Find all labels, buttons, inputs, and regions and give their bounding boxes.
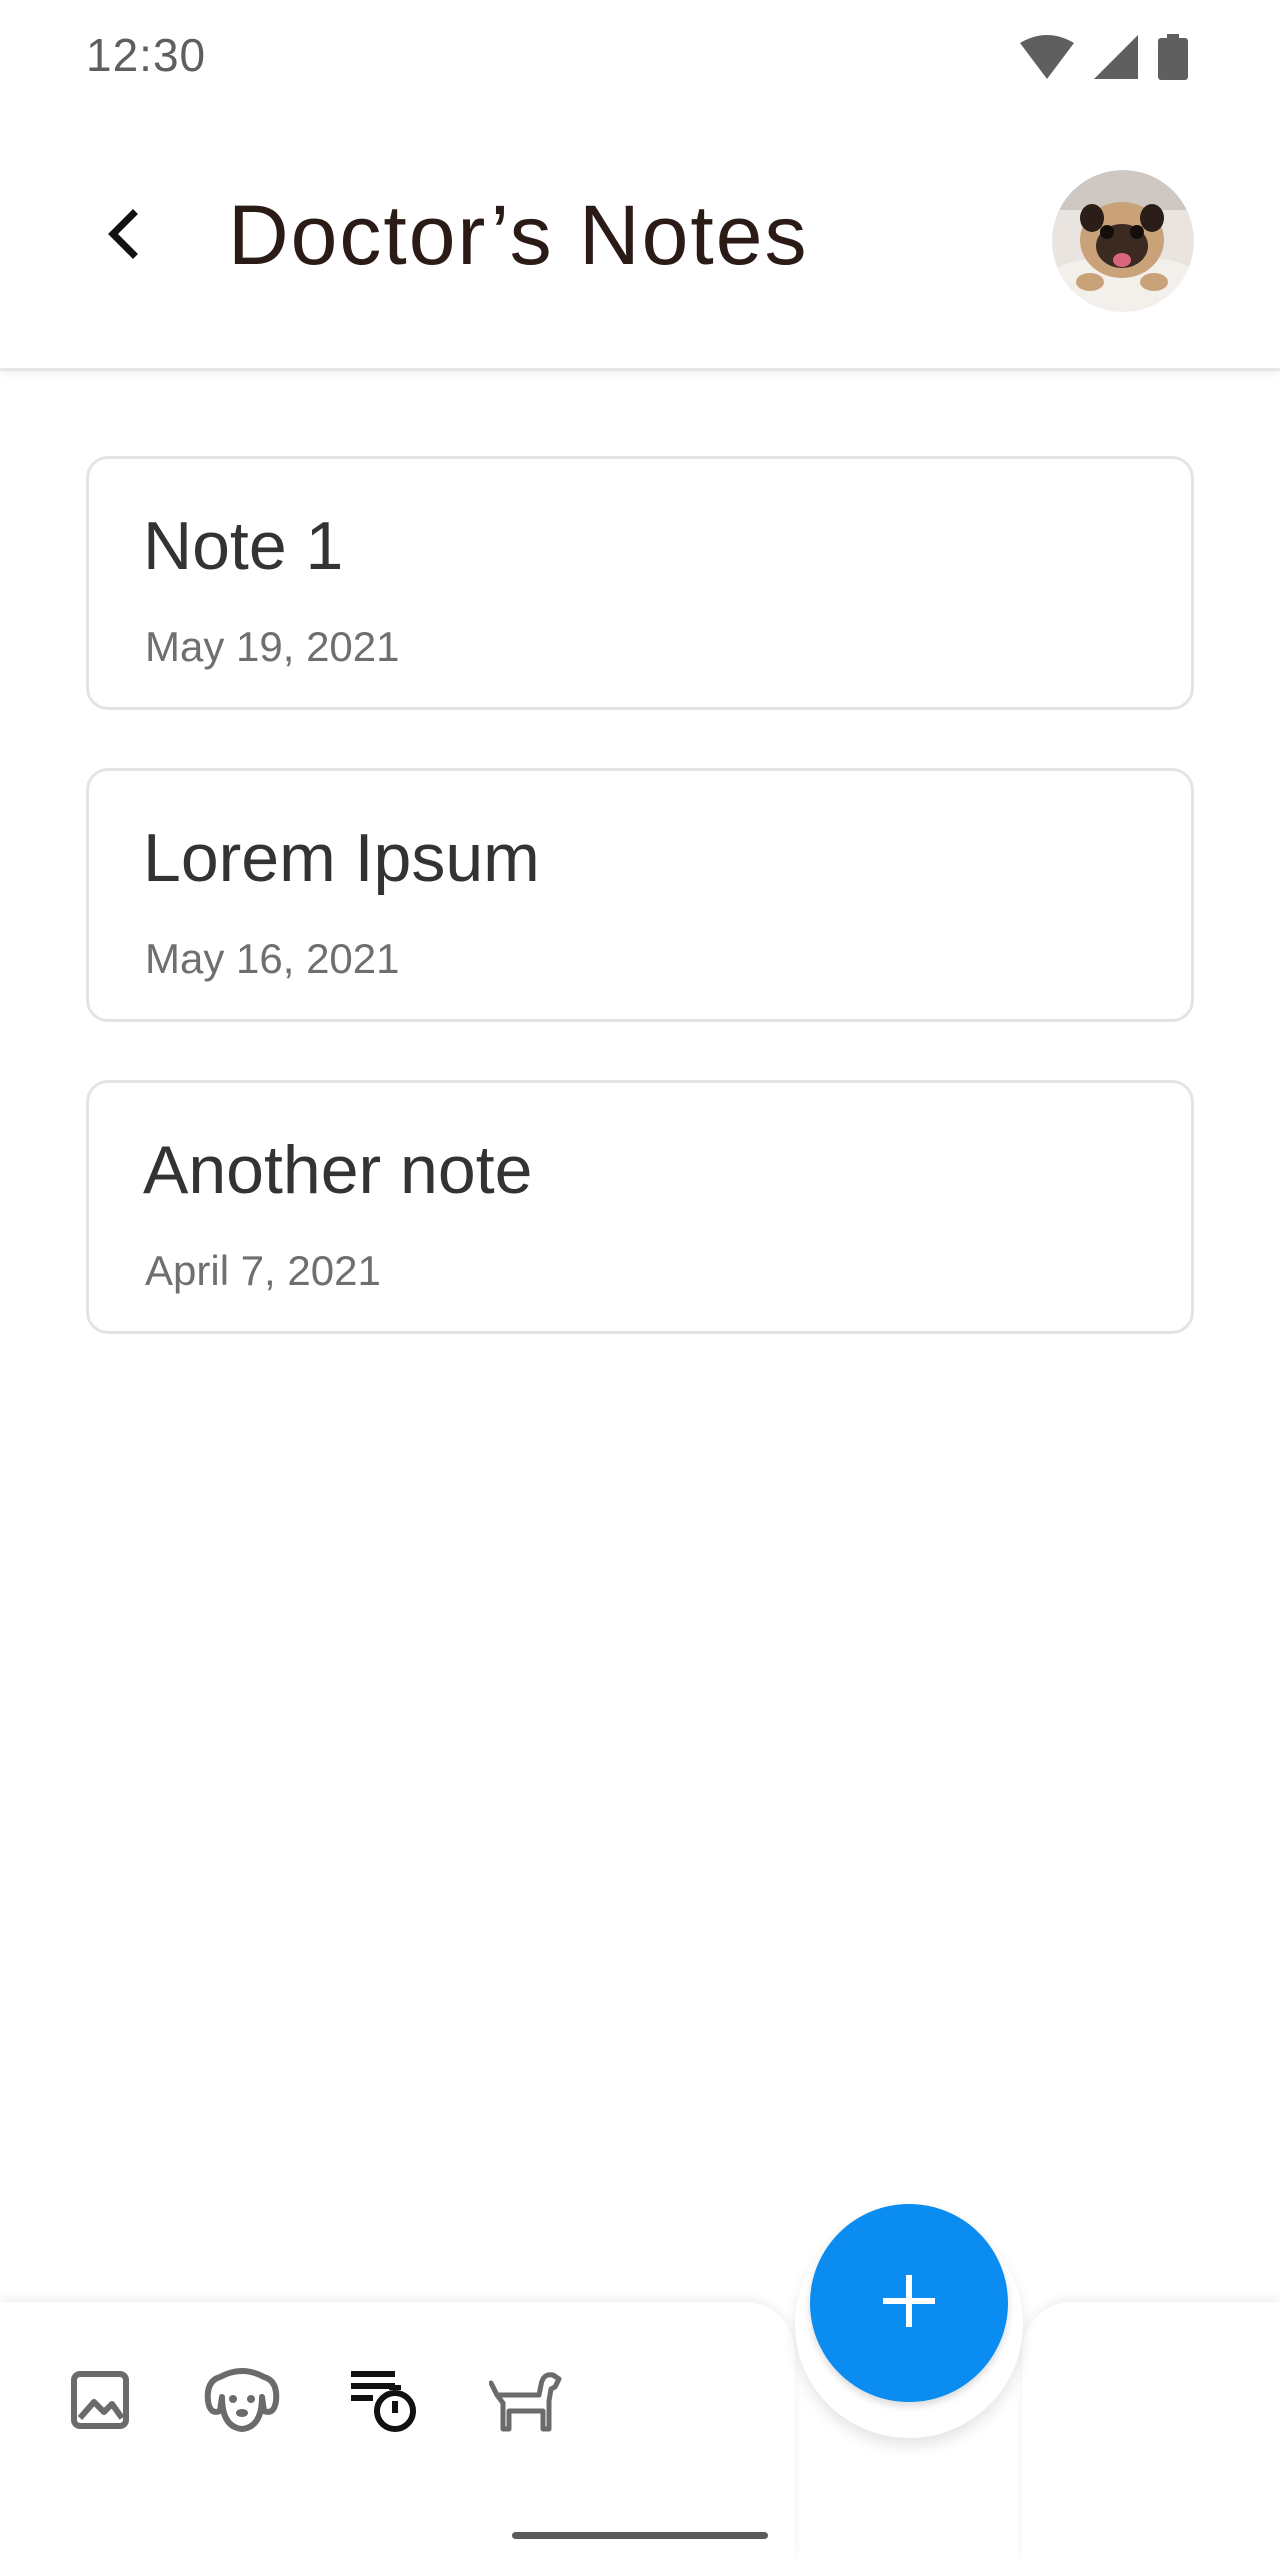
- back-button[interactable]: [82, 195, 164, 277]
- avatar[interactable]: [1052, 170, 1194, 312]
- cellular-signal-icon: [1094, 35, 1138, 84]
- app-bar: Doctor’s Notes: [0, 115, 1280, 371]
- note-card[interactable]: Note 1 May 19, 2021: [86, 456, 1194, 710]
- note-title: Lorem Ipsum: [143, 820, 540, 896]
- gallery-icon: [68, 2368, 132, 2437]
- note-date: April 7, 2021: [145, 1247, 381, 1294]
- nav-pet-profile-button[interactable]: [202, 2362, 282, 2442]
- status-bar: 12:30: [0, 0, 1280, 115]
- add-note-button[interactable]: [810, 2204, 1008, 2402]
- status-icons: [1020, 34, 1188, 85]
- battery-icon: [1158, 34, 1188, 85]
- screen: 12:30 Doctor’s Notes Note 1 May 19, 2021…: [0, 0, 1280, 2560]
- note-card[interactable]: Lorem Ipsum May 16, 2021: [86, 768, 1194, 1022]
- nav-gallery-button[interactable]: [60, 2362, 140, 2442]
- plus-icon: [883, 2274, 935, 2332]
- status-time: 12:30: [86, 29, 207, 81]
- note-title: Another note: [143, 1132, 533, 1208]
- note-date: May 16, 2021: [145, 935, 400, 982]
- schedule-list-icon: [349, 2367, 419, 2438]
- note-title: Note 1: [143, 508, 344, 584]
- dog-icon: [488, 2367, 563, 2438]
- notes-list: Note 1 May 19, 2021 Lorem Ipsum May 16, …: [86, 456, 1194, 1392]
- dog-face-icon: [204, 2367, 280, 2438]
- pug-avatar-image: [1052, 170, 1194, 312]
- wifi-icon: [1020, 35, 1074, 84]
- page-title: Doctor’s Notes: [228, 188, 809, 282]
- home-indicator[interactable]: [512, 2532, 768, 2539]
- bottom-app-bar-right: [1022, 2302, 1280, 2560]
- nav-pets-button[interactable]: [486, 2362, 566, 2442]
- chevron-left-icon: [103, 208, 143, 265]
- note-date: May 19, 2021: [145, 623, 400, 670]
- nav-notes-button[interactable]: [344, 2362, 424, 2442]
- note-card[interactable]: Another note April 7, 2021: [86, 1080, 1194, 1334]
